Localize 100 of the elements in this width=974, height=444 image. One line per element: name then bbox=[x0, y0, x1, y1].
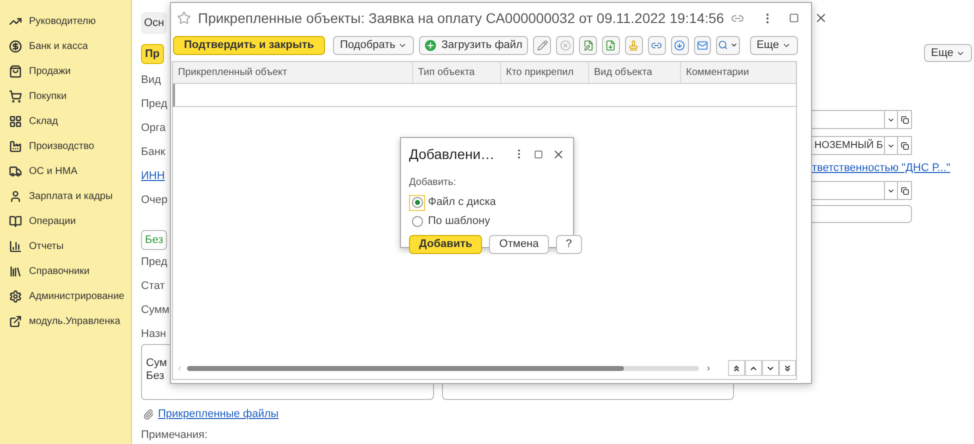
external-link-icon bbox=[9, 315, 22, 328]
copy-icon bbox=[900, 186, 908, 194]
field-label: Сумм bbox=[141, 302, 170, 318]
navigation-button[interactable] bbox=[728, 360, 745, 376]
paperclip-icon bbox=[143, 408, 154, 420]
sidebar-item[interactable]: Покупки bbox=[29, 89, 67, 104]
field-label: Примечания: bbox=[141, 429, 208, 441]
radio-button[interactable] bbox=[412, 216, 422, 227]
cart-icon bbox=[9, 90, 22, 103]
document-edit-icon bbox=[582, 40, 594, 50]
column-header[interactable]: Тип объекта bbox=[413, 62, 501, 83]
navigation-button[interactable] bbox=[762, 360, 779, 376]
grid-icon bbox=[9, 115, 22, 128]
search-icon bbox=[718, 40, 728, 50]
caret-icon bbox=[730, 41, 738, 49]
field-label: Банк bbox=[141, 144, 166, 160]
sidebar-item[interactable]: Продажи bbox=[29, 64, 71, 79]
window-title: Прикрепленные объекты: Заявка на оплату СА000000032 от 09.11.2022 19:14:56 bbox=[198, 8, 724, 28]
open-button[interactable] bbox=[898, 110, 912, 129]
field-label: Добавить: bbox=[409, 177, 456, 188]
scroll-right-icon[interactable] bbox=[705, 364, 712, 372]
maximize-icon[interactable] bbox=[534, 150, 543, 158]
attachments-link[interactable]: Прикрепленные файлы bbox=[158, 406, 279, 422]
sidebar-item[interactable]: Банк и касса bbox=[29, 39, 88, 54]
field-label: Орга bbox=[141, 120, 166, 136]
delete-icon bbox=[560, 40, 571, 50]
factory-icon bbox=[9, 140, 22, 153]
text-line: Сум bbox=[146, 357, 167, 370]
last-row-icon bbox=[783, 364, 792, 372]
sidebar-item[interactable]: Склад bbox=[29, 114, 58, 129]
field-label: Стат bbox=[141, 278, 165, 294]
column-header[interactable]: Кто прикрепил bbox=[501, 62, 589, 83]
truck-icon bbox=[9, 165, 22, 178]
more-button[interactable]: Еще bbox=[750, 36, 798, 54]
plus-icon bbox=[425, 40, 436, 50]
dialog-button[interactable]: ? bbox=[556, 235, 582, 254]
sidebar-item[interactable]: Руководителю bbox=[29, 14, 96, 29]
dialog-button[interactable]: Добавить bbox=[409, 235, 482, 254]
settings-icon bbox=[9, 290, 22, 303]
maximize-icon[interactable] bbox=[789, 13, 800, 23]
open-button[interactable] bbox=[898, 136, 912, 155]
sidebar-item[interactable]: Операции bbox=[29, 214, 76, 229]
pick-button[interactable]: Подобрать bbox=[333, 36, 414, 54]
field-label: Назн bbox=[141, 326, 166, 342]
text-line: Без bbox=[146, 370, 164, 383]
document-arrow-icon bbox=[605, 40, 616, 50]
toolbar-button[interactable] bbox=[579, 36, 598, 54]
organization-link[interactable]: тветственностью "ДНС Р..." bbox=[812, 160, 950, 176]
confirm-button[interactable]: Подтвердить и закрыть bbox=[173, 36, 326, 54]
sidebar-item[interactable]: ОС и НМА bbox=[29, 164, 78, 179]
status-button[interactable]: Без bbox=[141, 230, 168, 250]
bag-icon bbox=[9, 65, 22, 78]
coin-icon bbox=[9, 40, 22, 53]
book-icon bbox=[9, 215, 22, 228]
field-label: Очер bbox=[141, 192, 168, 208]
column-header[interactable]: Прикрепленный объект bbox=[173, 62, 413, 83]
option-label[interactable]: Файл с диска bbox=[428, 194, 496, 211]
toolbar-button[interactable] bbox=[624, 36, 643, 54]
navigation-button[interactable] bbox=[745, 360, 762, 376]
sidebar-item[interactable]: Зарплата и кадры bbox=[29, 189, 113, 204]
toolbar-button[interactable] bbox=[670, 36, 689, 54]
mail-icon bbox=[696, 40, 708, 50]
link[interactable]: ИНН bbox=[141, 168, 165, 184]
copy-icon bbox=[900, 116, 908, 124]
toolbar-button[interactable] bbox=[602, 36, 620, 54]
close-icon[interactable] bbox=[552, 148, 565, 160]
search-button[interactable] bbox=[716, 36, 740, 54]
option-label[interactable]: По шаблону bbox=[428, 213, 490, 230]
tab[interactable]: Осн bbox=[141, 12, 168, 34]
sidebar-item[interactable]: Отчеты bbox=[29, 239, 64, 254]
upload-file-button[interactable]: Загрузить файл bbox=[419, 36, 528, 54]
sidebar-item[interactable]: Справочники bbox=[29, 264, 90, 279]
dialog-title: Добавлени… bbox=[409, 144, 496, 164]
navigation-button[interactable] bbox=[779, 360, 796, 376]
star-icon[interactable] bbox=[177, 11, 191, 25]
arrow-down-icon bbox=[674, 40, 686, 50]
toolbar-button[interactable] bbox=[533, 36, 552, 54]
pencil-icon bbox=[536, 40, 548, 50]
person-icon bbox=[9, 190, 22, 203]
primary-button[interactable]: Пр bbox=[141, 44, 164, 64]
sidebar-item[interactable]: модуль.Управленка bbox=[29, 314, 120, 329]
toolbar-button[interactable] bbox=[694, 36, 712, 54]
field-label: Вид bbox=[141, 72, 161, 88]
column-header[interactable]: Комментарии bbox=[681, 62, 796, 83]
sidebar-item[interactable]: Администрирование bbox=[29, 289, 124, 304]
copy-icon bbox=[900, 142, 908, 150]
column-header[interactable]: Вид объекта bbox=[589, 62, 681, 83]
radio-button[interactable] bbox=[412, 197, 422, 208]
more-button[interactable]: Еще bbox=[924, 44, 972, 62]
books-icon bbox=[9, 265, 22, 278]
sidebar-item[interactable]: Производство bbox=[29, 139, 94, 154]
field-label: Пред bbox=[141, 96, 168, 112]
toolbar-button[interactable] bbox=[648, 36, 666, 54]
dialog-button[interactable]: Отмена bbox=[489, 235, 549, 254]
bar-chart-icon bbox=[9, 240, 22, 253]
trend-icon bbox=[9, 15, 22, 28]
open-button[interactable] bbox=[898, 181, 912, 200]
first-row-icon bbox=[732, 364, 741, 372]
field-label: Пред bbox=[141, 254, 168, 270]
stamp-icon bbox=[628, 40, 640, 50]
